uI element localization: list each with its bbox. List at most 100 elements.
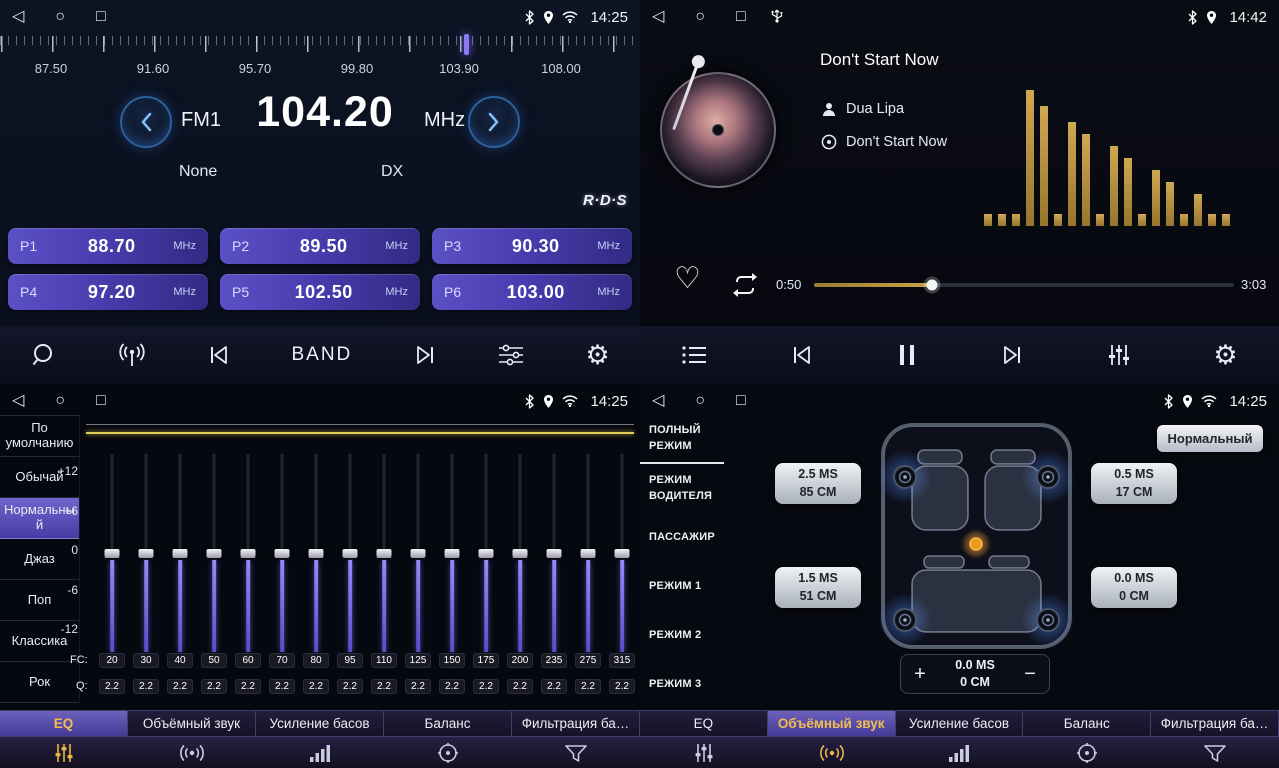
previous-track-button[interactable] bbox=[790, 344, 814, 366]
tune-settings-button[interactable] bbox=[497, 343, 525, 367]
seek-bar[interactable] bbox=[814, 283, 1234, 287]
tab-bass-button[interactable] bbox=[896, 737, 1024, 768]
tune-up-button[interactable] bbox=[468, 96, 520, 148]
home-icon[interactable]: ○ bbox=[695, 9, 705, 25]
audio-tab[interactable]: Фильтрация ба… bbox=[1151, 710, 1279, 737]
tab-surround-button[interactable] bbox=[768, 737, 896, 768]
eq-band-slider[interactable] bbox=[231, 454, 265, 652]
preset-button[interactable]: P3 90.30 MHz bbox=[432, 228, 632, 264]
eq-band-slider[interactable] bbox=[299, 454, 333, 652]
slider-handle[interactable] bbox=[479, 549, 494, 558]
recents-icon[interactable]: □ bbox=[736, 9, 746, 25]
slider-handle[interactable] bbox=[615, 549, 630, 558]
back-icon[interactable]: ◁ bbox=[652, 393, 664, 409]
audio-tab[interactable]: Усиление басов bbox=[256, 710, 384, 737]
preset-button[interactable]: P6 103.00 MHz bbox=[432, 274, 632, 310]
scan-button[interactable] bbox=[30, 342, 56, 368]
slider-handle[interactable] bbox=[275, 549, 290, 558]
listening-mode-item[interactable]: ПОЛНЫЙ РЕЖИМ bbox=[640, 415, 724, 464]
tab-eq-button[interactable] bbox=[640, 737, 768, 768]
listening-mode-item[interactable]: ПАССАЖИР bbox=[640, 513, 724, 562]
recents-icon[interactable]: □ bbox=[96, 9, 106, 25]
tab-filter-button[interactable] bbox=[1151, 737, 1279, 768]
audio-tab[interactable]: EQ bbox=[640, 710, 768, 737]
listening-position-dot[interactable] bbox=[970, 538, 982, 550]
preset-button[interactable]: P4 97.20 MHz bbox=[8, 274, 208, 310]
listening-mode-item[interactable]: РЕЖИМ 1 bbox=[640, 562, 724, 611]
home-icon[interactable]: ○ bbox=[55, 9, 65, 25]
next-track-button[interactable] bbox=[1000, 344, 1024, 366]
slider-handle[interactable] bbox=[581, 549, 596, 558]
eq-band-slider[interactable] bbox=[401, 454, 435, 652]
broadcast-button[interactable] bbox=[117, 342, 147, 368]
recents-icon[interactable]: □ bbox=[96, 393, 106, 409]
delay-chip-rear-right[interactable]: 0.0 MS0 CM bbox=[1091, 567, 1177, 608]
next-station-button[interactable] bbox=[413, 344, 437, 366]
eq-preset-item[interactable]: Рок bbox=[0, 662, 79, 703]
back-icon[interactable]: ◁ bbox=[652, 9, 664, 25]
eq-band-slider[interactable] bbox=[129, 454, 163, 652]
audio-tab[interactable]: EQ bbox=[0, 710, 128, 737]
listening-mode-item[interactable]: РЕЖИМ ВОДИТЕЛЯ bbox=[640, 464, 724, 513]
eq-band-slider[interactable] bbox=[469, 454, 503, 652]
eq-band-slider[interactable] bbox=[95, 454, 129, 652]
preset-button[interactable]: P1 88.70 MHz bbox=[8, 228, 208, 264]
slider-handle[interactable] bbox=[309, 549, 324, 558]
tab-surround-button[interactable] bbox=[128, 737, 256, 768]
slider-handle[interactable] bbox=[207, 549, 222, 558]
slider-handle[interactable] bbox=[343, 549, 358, 558]
eq-preset-item[interactable]: По умолчанию bbox=[0, 416, 79, 457]
back-icon[interactable]: ◁ bbox=[12, 393, 24, 409]
repeat-button[interactable] bbox=[730, 272, 760, 303]
tab-balance-button[interactable] bbox=[1023, 737, 1151, 768]
slider-handle[interactable] bbox=[547, 549, 562, 558]
eq-band-slider[interactable] bbox=[367, 454, 401, 652]
tab-filter-button[interactable] bbox=[512, 737, 640, 768]
slider-handle[interactable] bbox=[411, 549, 426, 558]
slider-handle[interactable] bbox=[105, 549, 120, 558]
audio-tab[interactable]: Фильтрация ба… bbox=[512, 710, 640, 737]
audio-tab[interactable]: Объёмный звук bbox=[768, 710, 896, 737]
eq-band-slider[interactable] bbox=[537, 454, 571, 652]
eq-band-slider[interactable] bbox=[503, 454, 537, 652]
back-icon[interactable]: ◁ bbox=[12, 9, 24, 25]
eq-band-slider[interactable] bbox=[333, 454, 367, 652]
delay-chip-rear-left[interactable]: 1.5 MS51 CM bbox=[775, 567, 861, 608]
delay-decrease-button[interactable]: − bbox=[1011, 655, 1049, 693]
slider-handle[interactable] bbox=[377, 549, 392, 558]
audio-tab[interactable]: Объёмный звук bbox=[128, 710, 256, 737]
tab-eq-button[interactable] bbox=[0, 737, 128, 768]
audio-tab[interactable]: Баланс bbox=[384, 710, 512, 737]
eq-band-slider[interactable] bbox=[605, 454, 639, 652]
listening-mode-item[interactable]: РЕЖИМ 3 bbox=[640, 660, 724, 709]
audio-tab[interactable]: Усиление басов bbox=[896, 710, 1024, 737]
eq-band-slider[interactable] bbox=[265, 454, 299, 652]
soundfield-preset-button[interactable]: Нормальный bbox=[1157, 425, 1263, 452]
previous-station-button[interactable] bbox=[207, 344, 231, 366]
slider-handle[interactable] bbox=[241, 549, 256, 558]
band-button[interactable]: BAND bbox=[291, 344, 352, 366]
tab-balance-button[interactable] bbox=[384, 737, 512, 768]
pause-button[interactable] bbox=[897, 343, 917, 367]
preset-button[interactable]: P2 89.50 MHz bbox=[220, 228, 420, 264]
eq-band-slider[interactable] bbox=[197, 454, 231, 652]
home-icon[interactable]: ○ bbox=[55, 393, 65, 409]
home-icon[interactable]: ○ bbox=[695, 393, 705, 409]
delay-chip-front-left[interactable]: 2.5 MS85 CM bbox=[775, 463, 861, 504]
audio-tab[interactable]: Баланс bbox=[1023, 710, 1151, 737]
listening-mode-item[interactable]: РЕЖИМ 2 bbox=[640, 611, 724, 660]
slider-handle[interactable] bbox=[173, 549, 188, 558]
slider-handle[interactable] bbox=[139, 549, 154, 558]
settings-button[interactable]: ⚙ bbox=[1213, 342, 1237, 369]
slider-handle[interactable] bbox=[513, 549, 528, 558]
settings-button[interactable]: ⚙ bbox=[586, 342, 610, 369]
delay-increase-button[interactable]: + bbox=[901, 655, 939, 693]
tab-bass-button[interactable] bbox=[256, 737, 384, 768]
playlist-button[interactable] bbox=[681, 345, 707, 365]
seek-handle[interactable] bbox=[926, 280, 937, 291]
preset-button[interactable]: P5 102.50 MHz bbox=[220, 274, 420, 310]
eq-band-slider[interactable] bbox=[435, 454, 469, 652]
delay-chip-front-right[interactable]: 0.5 MS17 CM bbox=[1091, 463, 1177, 504]
eq-band-slider[interactable] bbox=[163, 454, 197, 652]
slider-handle[interactable] bbox=[445, 549, 460, 558]
